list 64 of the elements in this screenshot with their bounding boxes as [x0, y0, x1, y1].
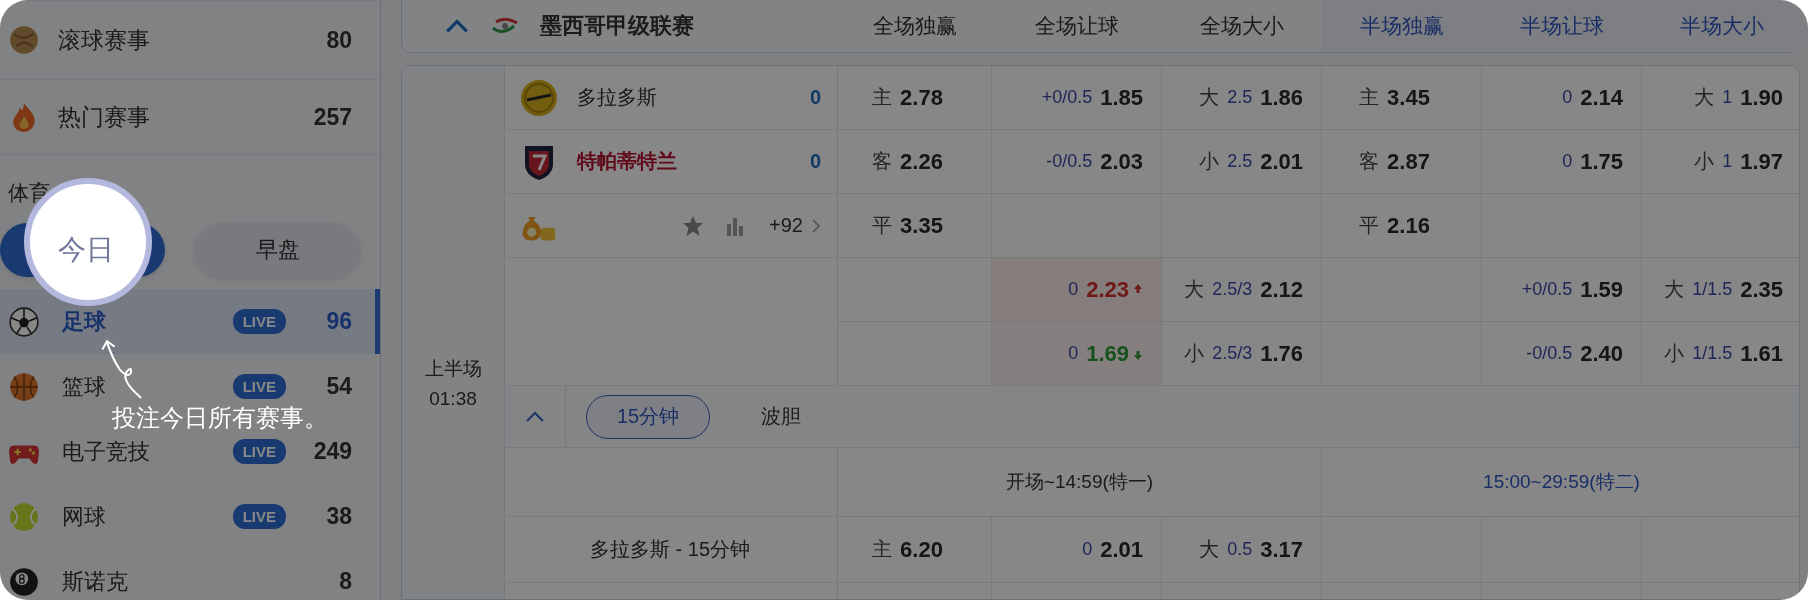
column-header: 全场让球	[1034, 13, 1120, 39]
match-period: 上半场	[424, 357, 482, 381]
sidebar-item[interactable]: 热门赛事 257	[0, 80, 380, 155]
team-crest-icon	[519, 77, 559, 118]
event-count: 54	[325, 373, 352, 400]
column-header: 全场独赢	[872, 13, 958, 39]
event-count: 8	[338, 568, 352, 595]
column-header: 半场大小	[1642, 0, 1802, 52]
caret-up-icon[interactable]	[444, 18, 470, 34]
odds-button[interactable]: +0/0.5 1.85	[992, 66, 1162, 130]
odds-button[interactable]: 主 3.45	[1322, 66, 1482, 130]
sport-item[interactable]: 篮球	[62, 371, 106, 402]
odds-button[interactable]: 客 2.87	[1322, 130, 1482, 194]
odds-button[interactable]: 主 2.78	[838, 66, 992, 130]
market-tab[interactable]: 波胆	[730, 394, 833, 439]
event-count: 249	[312, 438, 352, 465]
odds-button[interactable]: 主 6.20	[838, 517, 992, 583]
column-header: 半场独赢	[1322, 0, 1482, 52]
odds-button[interactable]: 平 2.16	[1322, 194, 1482, 258]
event-count: 96	[325, 308, 352, 335]
odds-button[interactable]: 0 1.75	[1482, 130, 1642, 194]
odds-button[interactable]: -0/0.5 2.03	[992, 130, 1162, 194]
odds-button[interactable]: 客 2.26	[838, 130, 992, 194]
odds-button[interactable]: 大 2.5/3 2.12	[1162, 258, 1322, 322]
odds-button[interactable]: 小 2.5/3 1.76	[1162, 322, 1322, 386]
odds-button[interactable]: 0 2.23	[992, 258, 1162, 322]
odds-button[interactable]: -0/0.5 2.40	[1482, 322, 1642, 386]
team-score: 0	[809, 150, 821, 173]
live-badge: LIVE	[232, 309, 286, 334]
match-clock: 01:38	[429, 388, 477, 410]
odds-button[interactable]: 大 1 1.90	[1642, 66, 1799, 130]
odds-button[interactable]: 小 2.5 2.01	[1162, 130, 1322, 194]
sport-item[interactable]: 网球	[62, 501, 106, 532]
team-name: 特帕蒂特兰	[577, 149, 678, 174]
ball-icon	[8, 24, 40, 56]
tennis-ball-icon	[8, 500, 40, 533]
more-markets-link[interactable]: +92	[769, 214, 803, 237]
column-header: 半场让球	[1482, 0, 1642, 52]
basketball-icon	[8, 370, 40, 403]
tip-text: 投注今日所有赛事。	[112, 403, 328, 433]
sport-item[interactable]: 足球	[62, 306, 106, 337]
odds-button[interactable]: 平 3.35	[838, 194, 992, 258]
odds-button[interactable]: 0 2.01	[992, 517, 1162, 583]
live-badge: LIVE	[232, 374, 286, 399]
sidebar-item[interactable]: 滚球赛事 80	[0, 0, 380, 80]
live-badge: LIVE	[232, 439, 286, 464]
event-count: 38	[325, 503, 352, 530]
live-badge: LIVE	[232, 504, 286, 529]
day-tab[interactable]: 早盘	[195, 223, 360, 277]
odds-button[interactable]: +0/0.5 1.59	[1482, 258, 1642, 322]
sport-item[interactable]: 斯诺克	[62, 566, 128, 597]
odds-button[interactable]: 0 1.69	[992, 322, 1162, 386]
team-name: 多拉多斯	[577, 85, 658, 110]
market-tab[interactable]: 15分钟	[586, 394, 711, 439]
column-header: 全场大小	[1199, 13, 1285, 39]
odds-button[interactable]: 大 0.5 3.17	[1162, 517, 1322, 583]
odds-button[interactable]: 大 2.5 1.86	[1162, 66, 1322, 130]
soccer-ball-icon	[8, 305, 40, 338]
odds-button[interactable]: 0 2.14	[1482, 66, 1642, 130]
team-score: 0	[809, 86, 821, 109]
caret-up-icon[interactable]	[525, 410, 545, 423]
sport-item[interactable]: 电子竞技	[62, 436, 150, 467]
chevron-right-icon[interactable]	[811, 217, 821, 234]
league-name: 墨西哥甲级联赛	[540, 12, 694, 40]
